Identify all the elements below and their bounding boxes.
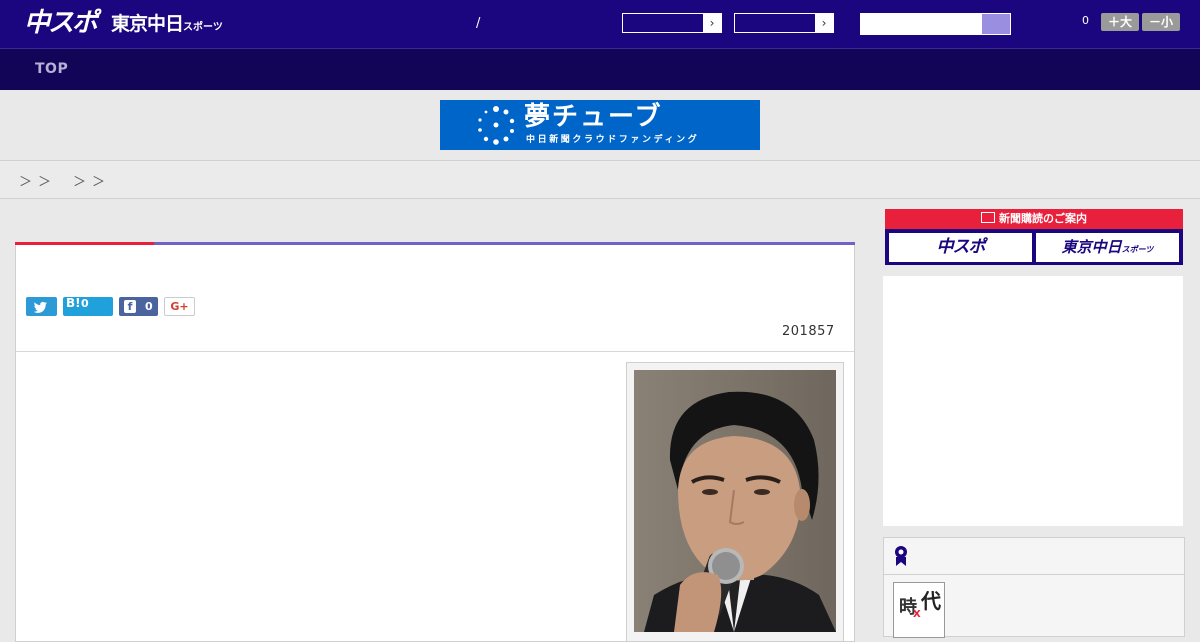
tokyo-chunichi-logo-small: スポーツ (183, 22, 223, 33)
nav-item-top[interactable]: TOP (35, 61, 68, 77)
article-accent-bar-secondary (154, 242, 855, 245)
chevron-right-icon: › (703, 14, 721, 32)
header-separator: / (476, 16, 481, 31)
google-plus-share-button[interactable]: G+ (164, 297, 195, 316)
subscribe-tokyo-chunichi-small: スポーツ (1121, 245, 1154, 254)
subscribe-chuspo-button[interactable]: 中スポ (889, 233, 1032, 262)
search-input[interactable] (860, 13, 1011, 35)
hatena-count: 0 (81, 297, 89, 310)
banner-title: 夢チューブ (524, 102, 663, 132)
subscribe-tokyo-chunichi-label: 東京中日 (1061, 238, 1122, 256)
ranking-thumb-char-3: X (913, 609, 921, 620)
site-header: 中スポ 東京中日スポーツ / › › 0 ＋大 －小 (0, 0, 1200, 48)
article-date: 201857 (782, 324, 835, 339)
chevron-right-icon: › (815, 14, 833, 32)
article-photo[interactable] (634, 370, 836, 632)
category-select-2[interactable]: › (734, 13, 834, 33)
banner-subtitle: 中日新聞クラウドファンディング (526, 135, 700, 145)
facebook-icon: f (124, 300, 136, 313)
article-accent-bar (15, 242, 154, 245)
sidebar-ad[interactable] (883, 276, 1183, 526)
chuspo-logo[interactable]: 中スポ (24, 7, 98, 39)
subscription-header: 新聞購読のご案内 (885, 209, 1183, 229)
category-select-1[interactable]: › (622, 13, 722, 33)
ranking-thumb-char-2: 代 (921, 589, 941, 613)
ranking-box: 時 代 X (883, 537, 1185, 638)
tokyo-chunichi-logo[interactable]: 東京中日スポーツ (111, 10, 223, 42)
font-decrease-button[interactable]: －小 (1142, 13, 1180, 31)
font-size-counter: 0 (1082, 14, 1089, 27)
hatena-bookmark-button[interactable]: B! 0 (63, 296, 113, 316)
ribbon-icon (895, 546, 907, 566)
ranking-header (884, 538, 1184, 575)
press-conference-photo (634, 370, 836, 632)
global-nav: TOP (0, 48, 1200, 90)
font-increase-button[interactable]: ＋大 (1101, 13, 1139, 31)
tokyo-chunichi-logo-main: 東京中日 (111, 13, 184, 35)
facebook-count: 0 (145, 300, 153, 313)
newspaper-icon (981, 212, 995, 223)
search-button[interactable] (982, 14, 1010, 34)
breadcrumb-separator: ＞＞ (73, 175, 112, 190)
article-divider (16, 351, 854, 352)
hatena-label: B! (66, 296, 81, 310)
dots-ring-icon (478, 106, 515, 145)
subscribe-tokyo-chunichi-button[interactable]: 東京中日スポーツ (1036, 233, 1179, 262)
subscription-title: 新聞購読のご案内 (999, 212, 1087, 225)
twitter-share-button[interactable] (26, 297, 57, 316)
yume-tube-banner[interactable]: 夢チューブ 中日新聞クラウドファンディング (440, 100, 760, 150)
twitter-icon (33, 301, 47, 313)
facebook-share-button[interactable]: f 0 (119, 297, 158, 316)
subscription-box: 新聞購読のご案内 中スポ 東京中日スポーツ (885, 209, 1183, 265)
breadcrumb-separator: ＞＞ (19, 175, 58, 190)
breadcrumb: ＞＞ ＞＞ (0, 160, 1200, 199)
